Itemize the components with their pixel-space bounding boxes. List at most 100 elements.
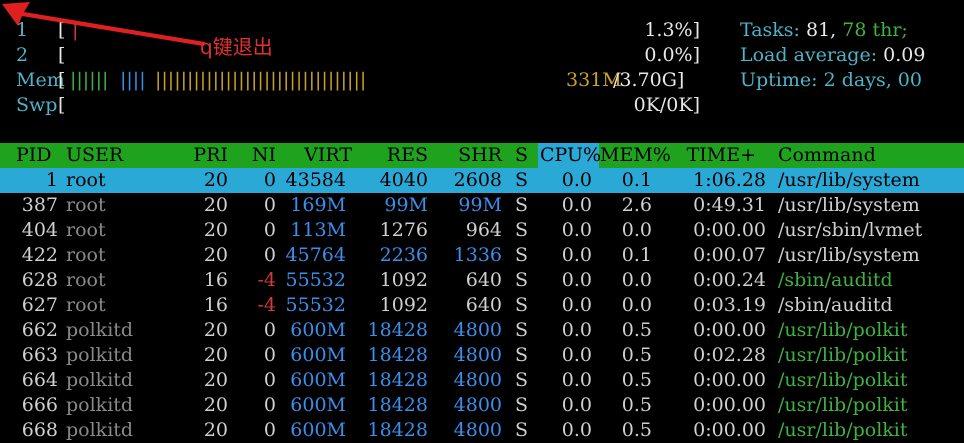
cell-pri: 20 — [203, 394, 228, 416]
cell-cpu: 0.0 — [561, 419, 592, 441]
cell-mem: 2.6 — [621, 194, 652, 216]
cell-cmd: /usr/sbin/lvmet — [778, 219, 923, 241]
thread-count: 78 thr; — [842, 19, 908, 41]
cell-cmd: /usr/lib/system — [778, 194, 920, 216]
column-header-shr[interactable]: SHR — [430, 143, 502, 168]
cell-time: 0:00.00 — [693, 369, 766, 391]
cell-time: 0:00.00 — [693, 394, 766, 416]
cell-res: 18428 — [367, 419, 428, 441]
cell-pri: 20 — [203, 319, 228, 341]
cell-ni: -4 — [257, 269, 276, 291]
cell-virt: 169M — [290, 194, 346, 216]
cell-cpu: 0.0 — [561, 319, 592, 341]
cell-cpu: 0.0 — [561, 294, 592, 316]
cell-pri: 20 — [203, 344, 228, 366]
cell-user: root — [66, 244, 106, 266]
cell-mem: 0.1 — [621, 169, 652, 191]
cell-pid: 662 — [21, 319, 58, 341]
mem-bar-blue: |||| — [120, 69, 146, 91]
cell-time: 0:00.07 — [693, 244, 766, 266]
cell-time: 0:00.24 — [693, 269, 766, 291]
mem-total: /3.70G] — [613, 69, 685, 91]
cell-s: S — [514, 169, 528, 191]
column-header-user[interactable]: USER — [66, 143, 126, 168]
column-header-ni[interactable]: NI — [232, 143, 276, 168]
swp-bracket: [ — [58, 94, 66, 116]
table-row[interactable]: 1 root 20 0 43584 4040 2608 S 0.0 0.1 1:06.28/usr/… — [0, 168, 964, 193]
cell-user: root — [66, 194, 106, 216]
cell-virt: 600M — [290, 394, 346, 416]
tasks-label: Tasks: — [740, 19, 806, 41]
cell-time: 0:00.00 — [693, 219, 766, 241]
cell-mem: 0.5 — [621, 394, 652, 416]
cell-virt: 600M — [290, 319, 346, 341]
cell-user: root — [66, 219, 106, 241]
cell-ni: 0 — [263, 394, 276, 416]
swp-label: Swp — [16, 94, 58, 116]
tasks-line: Tasks: 81, 78 thr; — [740, 18, 908, 43]
cell-s: S — [514, 394, 528, 416]
cell-cpu: 0.0 — [561, 269, 592, 291]
cell-res: 99M — [384, 194, 428, 216]
cell-pid: 404 — [21, 219, 58, 241]
cell-s: S — [514, 194, 528, 216]
cell-mem: 0.0 — [621, 269, 652, 291]
cell-shr: 2608 — [453, 169, 502, 191]
cell-cmd: /usr/lib/polkit — [778, 344, 908, 366]
cell-cmd: /usr/lib/polkit — [778, 419, 908, 441]
cell-shr: 99M — [458, 194, 502, 216]
cell-virt: 45764 — [285, 244, 346, 266]
column-header-cpu[interactable]: CPU% — [540, 143, 601, 168]
cell-pri: 20 — [203, 419, 228, 441]
column-header-command[interactable]: Command — [778, 143, 878, 168]
cell-res: 18428 — [367, 394, 428, 416]
cell-res: 1276 — [379, 219, 428, 241]
cell-pid: 663 — [21, 344, 58, 366]
cell-pri: 20 — [203, 194, 228, 216]
cell-user: root — [66, 169, 106, 191]
cell-shr: 640 — [465, 294, 502, 316]
cell-virt: 55532 — [285, 269, 346, 291]
cell-cpu: 0.0 — [561, 369, 592, 391]
cell-s: S — [514, 419, 528, 441]
cell-virt: 600M — [290, 344, 346, 366]
column-header-res[interactable]: RES — [350, 143, 428, 168]
cell-pid: 387 — [21, 194, 58, 216]
column-header-mem[interactable]: MEM% — [600, 143, 671, 168]
cell-res: 2236 — [379, 244, 428, 266]
cell-user: polkitd — [66, 344, 134, 366]
cell-mem: 0.1 — [621, 244, 652, 266]
column-header-virt[interactable]: VIRT — [280, 143, 352, 168]
cell-s: S — [514, 244, 528, 266]
cell-ni: 0 — [263, 419, 276, 441]
annotation-label: q键退出 — [200, 35, 273, 59]
cell-time: 0:00.00 — [693, 319, 766, 341]
cell-shr: 4800 — [453, 319, 502, 341]
cell-res: 1092 — [379, 294, 428, 316]
cell-time: 0:00.00 — [693, 419, 766, 441]
cell-mem: 0.0 — [621, 219, 652, 241]
cell-shr: 1336 — [453, 244, 502, 266]
cell-time: 0:49.31 — [693, 194, 766, 216]
cell-cpu: 0.0 — [561, 169, 592, 191]
cell-pid: 422 — [21, 244, 58, 266]
cell-virt: 113M — [290, 219, 346, 241]
column-header-pri[interactable]: PRI — [180, 143, 228, 168]
tasks-count: 81, — [805, 19, 843, 41]
column-header-time[interactable]: TIME+ — [660, 143, 756, 168]
cell-ni: 0 — [263, 244, 276, 266]
annotation-arrow-icon — [2, 2, 205, 46]
cell-ni: 0 — [263, 344, 276, 366]
cell-cpu: 0.0 — [561, 244, 592, 266]
cell-s: S — [514, 269, 528, 291]
column-header-pid[interactable]: PID — [16, 143, 66, 168]
cell-mem: 0.5 — [621, 319, 652, 341]
cell-virt: 600M — [290, 369, 346, 391]
cell-pid: 628 — [21, 269, 58, 291]
column-header-s[interactable]: S — [510, 143, 528, 168]
cell-cmd: /usr/lib/system — [778, 244, 920, 266]
cell-pid: 666 — [21, 394, 58, 416]
load-line: Load average: 0.09 — [740, 43, 925, 68]
cell-res: 18428 — [367, 344, 428, 366]
cell-virt: 43584 — [285, 169, 346, 191]
